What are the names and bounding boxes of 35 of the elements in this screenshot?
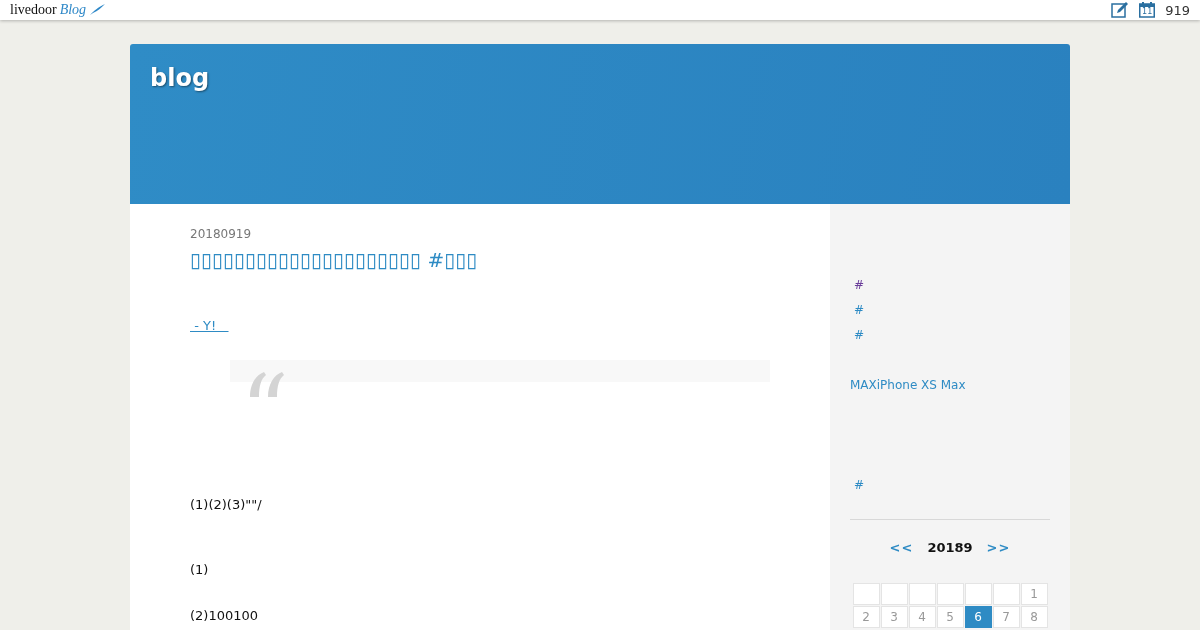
- sidebar-link[interactable]: #: [850, 278, 865, 293]
- paragraph: (1)(2)(3)""/: [190, 497, 262, 512]
- next-month-link[interactable]: >>: [986, 540, 1011, 555]
- pencil-icon[interactable]: [1111, 2, 1130, 18]
- sidebar-link[interactable]: #: [850, 478, 865, 493]
- calendar-month: 20189: [927, 540, 973, 555]
- previous-month-link[interactable]: <<: [889, 540, 914, 555]
- calendar-cell: [852, 583, 880, 605]
- blog-title[interactable]: blog: [150, 64, 210, 92]
- calendar-day[interactable]: 1: [1020, 583, 1048, 605]
- count-text: 919: [1165, 2, 1190, 18]
- calendar-day-text: 11: [1141, 7, 1154, 16]
- calendar-cell: [908, 583, 936, 605]
- source-link[interactable]: - Y!: [190, 318, 229, 333]
- paragraph: (1): [190, 562, 209, 577]
- logo-text[interactable]: livedoor: [10, 2, 57, 18]
- calendar-day[interactable]: 3: [880, 606, 908, 628]
- calendar-day[interactable]: 6: [964, 606, 992, 628]
- calendar-day[interactable]: 7: [992, 606, 1020, 628]
- calendar-cell: [964, 583, 992, 605]
- calendar-day[interactable]: 5: [936, 606, 964, 628]
- calendar-cell: [936, 583, 964, 605]
- calendar-cell: [992, 583, 1020, 605]
- calendar-cell: [880, 583, 908, 605]
- calendar-day[interactable]: 4: [908, 606, 936, 628]
- sidebar-link[interactable]: #: [850, 328, 865, 343]
- sidebar-link[interactable]: #: [850, 303, 865, 318]
- logo-text[interactable]: Blog: [59, 2, 87, 18]
- paragraph: (2)100100: [190, 608, 259, 623]
- post-title[interactable]: ▯▯▯▯▯▯▯▯▯▯▯▯▯▯▯▯▯▯▯▯▯ #▯▯▯: [190, 246, 478, 274]
- sidebar-link[interactable]: MAXiPhone XS Max: [850, 378, 966, 393]
- calendar-icon[interactable]: 11: [1139, 2, 1156, 18]
- calendar-day[interactable]: 2: [852, 606, 880, 628]
- calendar-day[interactable]: 8: [1020, 606, 1048, 628]
- post-date: 20180919: [190, 227, 252, 241]
